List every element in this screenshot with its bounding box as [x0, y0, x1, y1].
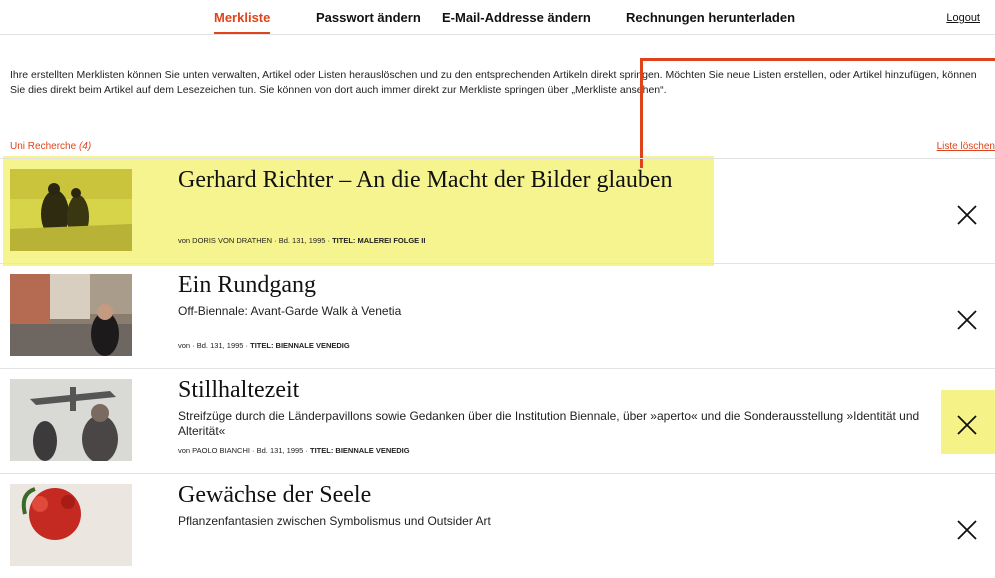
article-thumbnail[interactable]: [10, 379, 132, 461]
list-item: Stillhaltezeit Streifzüge durch die Länd…: [0, 368, 995, 473]
article-title[interactable]: Gewächse der Seele: [178, 482, 371, 509]
article-title[interactable]: Stillhaltezeit: [178, 377, 299, 404]
article-thumbnail[interactable]: [10, 169, 132, 251]
article-subtitle: Off-Biennale: Avant-Garde Walk à Venetia: [178, 304, 402, 318]
tab-rechnungen[interactable]: Rechnungen herunterladen: [626, 10, 795, 25]
article-meta: von DORIS VON DRATHEN · Bd. 131, 1995 · …: [178, 236, 426, 245]
account-nav: Merkliste Passwort ändern E-Mail-Address…: [0, 0, 995, 35]
article-title[interactable]: Ein Rundgang: [178, 272, 316, 299]
tab-passwort-aendern[interactable]: Passwort ändern: [316, 10, 421, 25]
article-meta: von PAOLO BIANCHI · Bd. 131, 1995 · TITE…: [178, 446, 410, 455]
article-title[interactable]: Gerhard Richter – An die Macht der Bilde…: [178, 167, 673, 194]
list-count: (4): [78, 141, 92, 152]
list-item: Gewächse der Seele Pflanzenfantasien zwi…: [0, 473, 995, 578]
logout-link[interactable]: Logout: [946, 12, 980, 24]
remove-item-button[interactable]: [955, 518, 979, 542]
list-item: Ein Rundgang Off-Biennale: Avant-Garde W…: [0, 263, 995, 368]
article-thumbnail[interactable]: [10, 274, 132, 356]
close-icon: [957, 415, 977, 435]
remove-item-button[interactable]: [955, 203, 979, 227]
list-item: Gerhard Richter – An die Macht der Bilde…: [0, 158, 995, 263]
remove-item-button[interactable]: [955, 308, 979, 332]
tab-merkliste[interactable]: Merkliste: [214, 10, 271, 34]
delete-list-link[interactable]: Liste löschen: [937, 141, 995, 152]
close-icon: [957, 205, 977, 225]
remove-item-button[interactable]: [955, 413, 979, 437]
list-name-link[interactable]: Uni Recherche (4): [10, 141, 91, 152]
article-subtitle: Streifzüge durch die Länderpavillons sow…: [178, 409, 920, 438]
article-thumbnail[interactable]: [10, 484, 132, 566]
close-icon: [957, 520, 977, 540]
list-name: Uni Recherche: [10, 141, 77, 152]
close-icon: [957, 310, 977, 330]
article-subtitle: Pflanzenfantasien zwischen Symbolismus u…: [178, 514, 491, 528]
article-meta: von · Bd. 131, 1995 · TITEL: BIENNALE VE…: [178, 341, 350, 350]
intro-text: Ihre erstellten Merklisten können Sie un…: [10, 69, 977, 96]
list-header: Uni Recherche (4) Liste löschen: [10, 141, 995, 159]
tab-email-aendern[interactable]: E-Mail-Addresse ändern: [442, 10, 591, 25]
